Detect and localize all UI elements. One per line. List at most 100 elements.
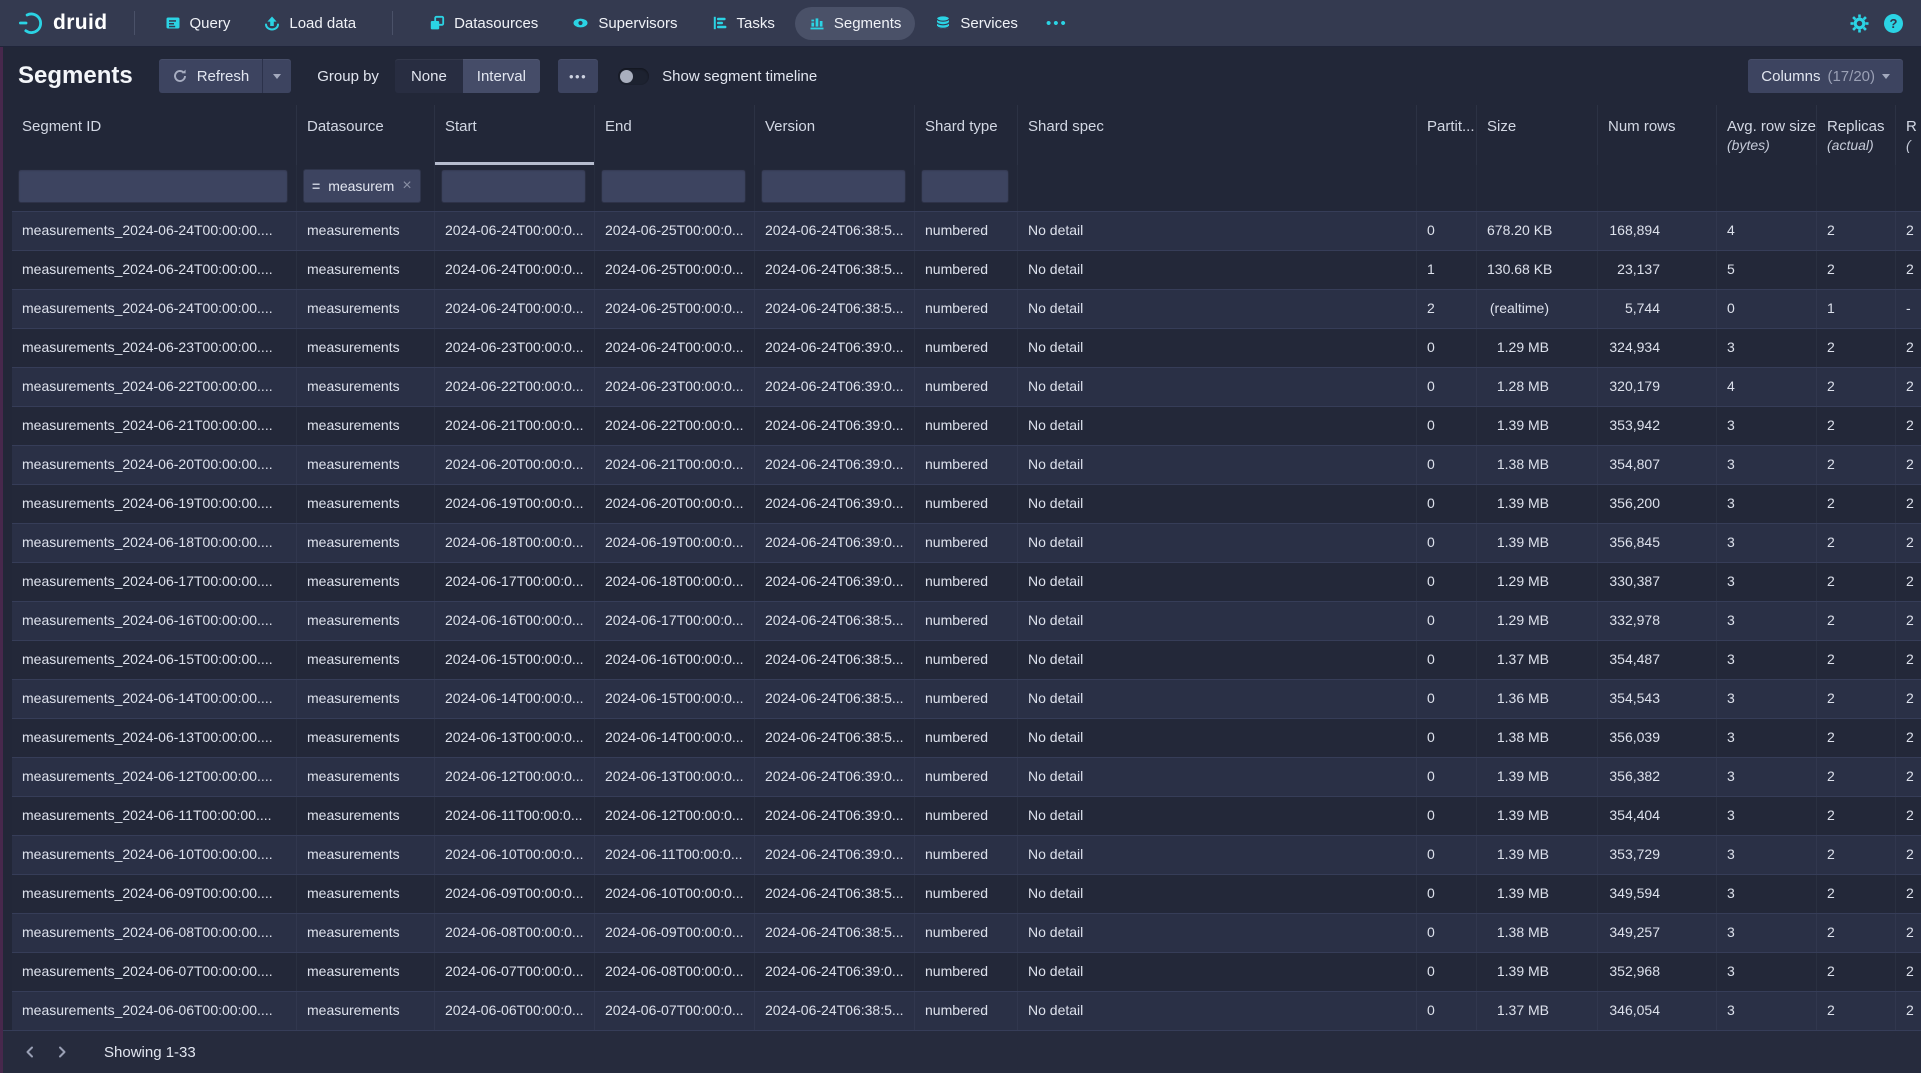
cell-shard-type: numbered [915, 368, 1018, 406]
table-row: measurements_2024-06-23T00:00:00....meas… [12, 328, 1921, 367]
nav-item-services[interactable]: Services [921, 7, 1032, 40]
filter-cell-segment-id [12, 165, 297, 211]
filter-input-version[interactable] [761, 169, 906, 203]
filter-cell-partition [1417, 165, 1477, 211]
cell-end: 2024-06-12T00:00:0... [595, 797, 755, 835]
cell-start: 2024-06-23T00:00:0... [435, 329, 595, 367]
column-header-end[interactable]: End [595, 105, 755, 165]
cell-shard-spec: No detail [1018, 797, 1417, 835]
cell-datasource: measurements [297, 407, 435, 445]
group-by-none-button[interactable]: None [395, 59, 463, 93]
cell-segment-id: measurements_2024-06-09T00:00:00.... [12, 875, 297, 913]
nav-item-load-data[interactable]: Load data [250, 7, 370, 40]
cell-shard-type: numbered [915, 992, 1018, 1030]
cell-replicas: 2 [1817, 602, 1896, 640]
column-header-num-rows[interactable]: Num rows [1598, 105, 1717, 165]
cell-version: 2024-06-24T06:38:5... [755, 719, 915, 757]
filter-input-start[interactable] [441, 169, 586, 203]
nav-item-supervisors[interactable]: Supervisors [558, 7, 691, 40]
group-by-interval-button[interactable]: Interval [463, 59, 540, 93]
table-row: measurements_2024-06-18T00:00:00....meas… [12, 523, 1921, 562]
cell-avg-row-size: 3 [1717, 875, 1817, 913]
cell-end: 2024-06-24T00:00:0... [595, 329, 755, 367]
cell-start: 2024-06-08T00:00:0... [435, 914, 595, 952]
cell-segment-id: measurements_2024-06-15T00:00:00.... [12, 641, 297, 679]
column-header-datasource[interactable]: Datasource [297, 105, 435, 165]
settings-gear-icon[interactable] [1850, 14, 1869, 33]
filter-input-shard-type[interactable] [921, 169, 1009, 203]
column-header-partition[interactable]: Partit... [1417, 105, 1477, 165]
cell-segment-id: measurements_2024-06-18T00:00:00.... [12, 524, 297, 562]
cell-datasource: measurements [297, 563, 435, 601]
table-row: measurements_2024-06-11T00:00:00....meas… [12, 796, 1921, 835]
cell-replicas: 2 [1817, 914, 1896, 952]
cell-shard-spec: No detail [1018, 563, 1417, 601]
datasource-filter-tag[interactable]: =measurem× [303, 169, 421, 203]
cell-size: 1.38 MB [1477, 719, 1598, 757]
filter-input-segment-id[interactable] [18, 169, 288, 203]
help-icon[interactable]: ? [1884, 14, 1903, 33]
sort-indicator [435, 162, 594, 165]
cell-replication-factor: - [1896, 290, 1921, 328]
nav-item-tasks[interactable]: Tasks [698, 7, 789, 40]
nav-item-datasources[interactable]: Datasources [415, 7, 552, 40]
previous-page-button[interactable] [14, 1037, 46, 1067]
cell-replication-factor: 2 [1896, 914, 1921, 952]
nav-more-button[interactable]: ••• [1038, 7, 1076, 40]
cell-partition: 0 [1417, 368, 1477, 406]
cell-num-rows: 354,487 [1598, 641, 1717, 679]
column-header-shard-type[interactable]: Shard type [915, 105, 1018, 165]
column-header-avg-row-size[interactable]: Avg. row size(bytes) [1717, 105, 1817, 165]
column-header-replication-factor[interactable]: R( [1896, 105, 1921, 165]
refresh-button[interactable]: Refresh [159, 59, 263, 93]
cell-start: 2024-06-07T00:00:0... [435, 953, 595, 991]
segments-icon [809, 15, 825, 31]
columns-dropdown-button[interactable]: Columns (17/20) [1748, 59, 1903, 93]
next-page-button[interactable] [46, 1037, 78, 1067]
cell-replicas: 1 [1817, 290, 1896, 328]
cell-datasource: measurements [297, 212, 435, 250]
cell-start: 2024-06-12T00:00:0... [435, 758, 595, 796]
column-header-segment-id[interactable]: Segment ID [12, 105, 297, 165]
cell-shard-type: numbered [915, 953, 1018, 991]
cell-replication-factor: 2 [1896, 641, 1921, 679]
cell-start: 2024-06-10T00:00:0... [435, 836, 595, 874]
table-body: measurements_2024-06-24T00:00:00....meas… [12, 211, 1921, 1030]
column-header-subtext: (bytes) [1727, 137, 1806, 153]
cell-datasource: measurements [297, 368, 435, 406]
column-header-size[interactable]: Size [1477, 105, 1598, 165]
segment-timeline-toggle[interactable] [618, 68, 649, 85]
cell-shard-type: numbered [915, 563, 1018, 601]
column-header-shard-spec[interactable]: Shard spec [1018, 105, 1417, 165]
column-header-replicas[interactable]: Replicas(actual) [1817, 105, 1896, 165]
column-header-version[interactable]: Version [755, 105, 915, 165]
cell-replication-factor: 2 [1896, 446, 1921, 484]
cell-partition: 0 [1417, 563, 1477, 601]
cell-partition: 0 [1417, 953, 1477, 991]
cell-partition: 0 [1417, 524, 1477, 562]
cell-size: 1.38 MB [1477, 446, 1598, 484]
cell-num-rows: 356,039 [1598, 719, 1717, 757]
cell-size: 678.20 KB [1477, 212, 1598, 250]
nav-item-query[interactable]: Query [151, 7, 245, 40]
cell-version: 2024-06-24T06:39:0... [755, 329, 915, 367]
cell-shard-spec: No detail [1018, 875, 1417, 913]
druid-logo[interactable]: druid [18, 10, 108, 36]
cell-replication-factor: 2 [1896, 836, 1921, 874]
cell-start: 2024-06-06T00:00:0... [435, 992, 595, 1030]
remove-filter-icon[interactable]: × [402, 178, 411, 194]
refresh-options-button[interactable] [262, 59, 291, 93]
column-header-start[interactable]: Start [435, 105, 595, 165]
cell-avg-row-size: 4 [1717, 368, 1817, 406]
cell-end: 2024-06-25T00:00:0... [595, 251, 755, 289]
cell-version: 2024-06-24T06:38:5... [755, 914, 915, 952]
nav-item-segments[interactable]: Segments [795, 7, 916, 40]
more-options-button[interactable]: ••• [558, 59, 598, 93]
cell-size: 1.39 MB [1477, 407, 1598, 445]
cell-shard-spec: No detail [1018, 290, 1417, 328]
cell-version: 2024-06-24T06:39:0... [755, 407, 915, 445]
supervisors-icon [572, 15, 589, 31]
cell-datasource: measurements [297, 485, 435, 523]
filter-input-end[interactable] [601, 169, 746, 203]
cell-num-rows: 354,543 [1598, 680, 1717, 718]
